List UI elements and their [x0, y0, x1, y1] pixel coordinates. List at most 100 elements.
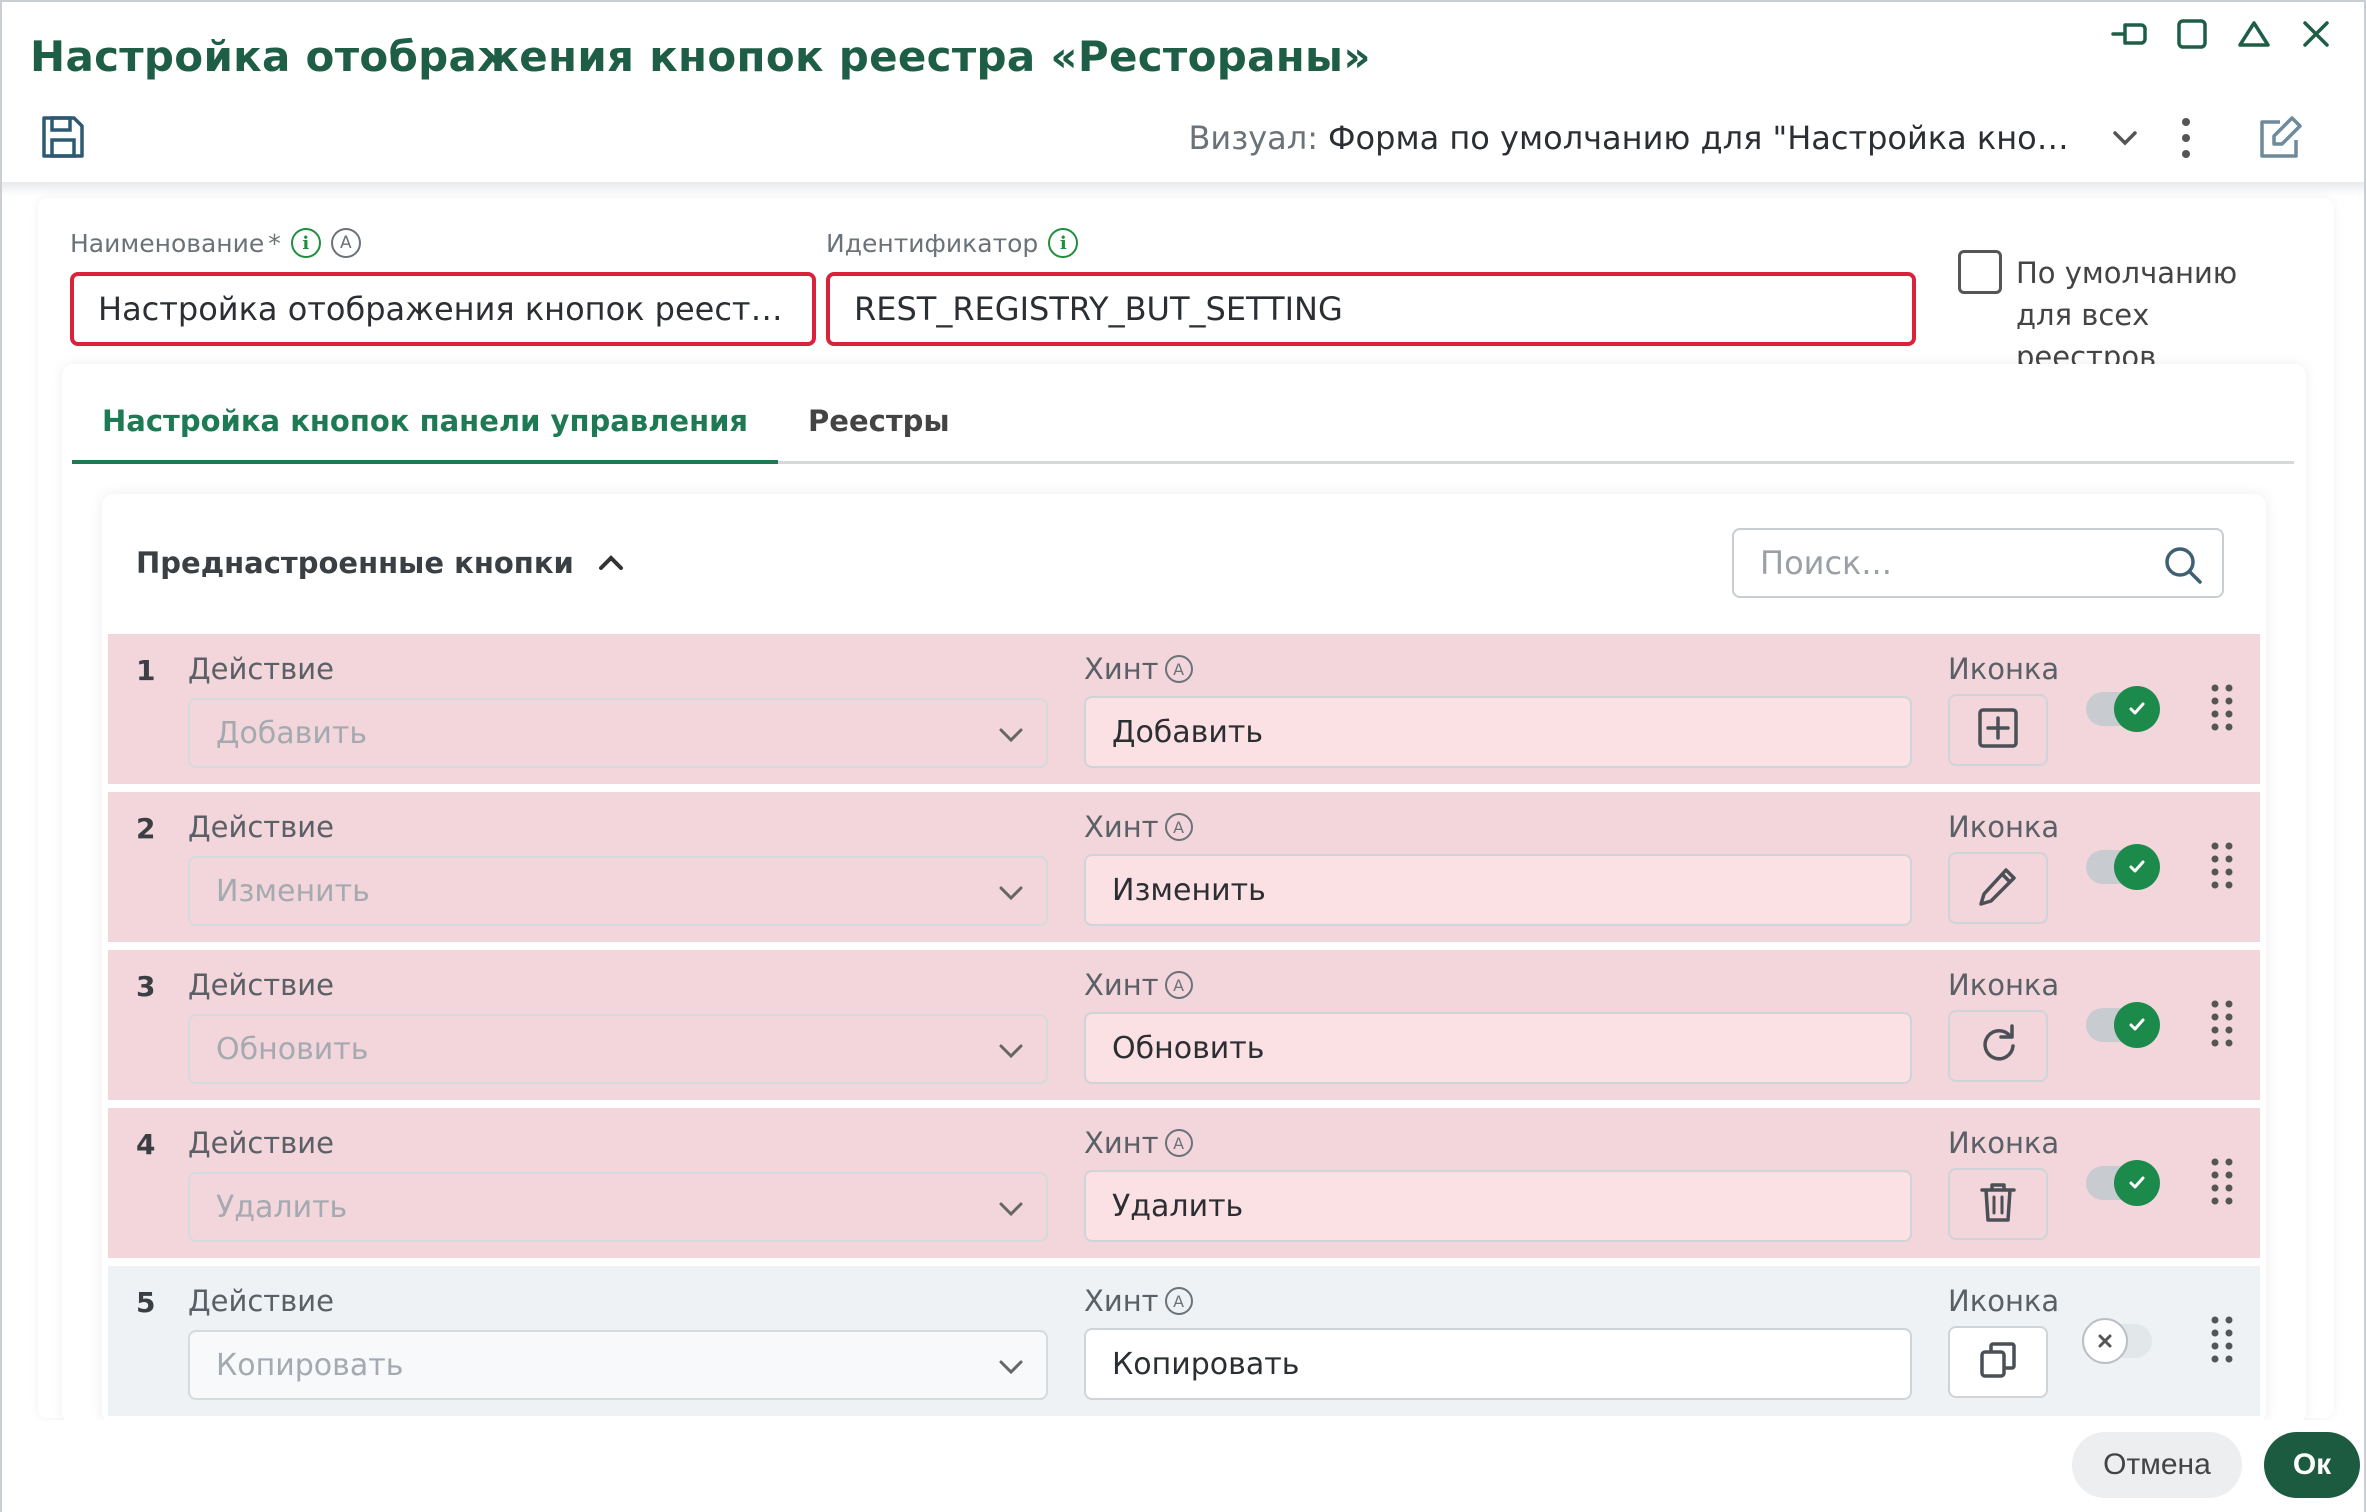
- pin-icon[interactable]: [2110, 14, 2150, 54]
- icon-picker-button[interactable]: [1948, 1010, 2048, 1082]
- action-select[interactable]: Изменить: [188, 856, 1048, 926]
- tab-registries[interactable]: Реестры: [778, 400, 980, 464]
- required-mark: *: [268, 228, 281, 258]
- visual-selector[interactable]: Визуал: Форма по умолчанию для "Настройк…: [1188, 110, 2304, 166]
- search-input[interactable]: Поиск...: [1732, 528, 2224, 598]
- dialog-window: Настройка отображения кнопок реестра «Ре…: [0, 0, 2366, 1512]
- preset-buttons-list: 1 Действие Добавить Хинт A Добавить Иконк…: [108, 634, 2260, 1424]
- hint-label-text: Хинт: [1084, 1284, 1159, 1318]
- action-value: Обновить: [216, 1031, 369, 1067]
- action-select[interactable]: Добавить: [188, 698, 1048, 768]
- enabled-toggle[interactable]: [2086, 1002, 2160, 1048]
- default-for-all-checkbox[interactable]: [1958, 250, 2002, 294]
- translation-icon[interactable]: A: [1164, 1287, 1193, 1315]
- hint-label: Хинт A: [1084, 810, 1193, 844]
- action-label: Действие: [188, 810, 334, 844]
- hint-label: Хинт A: [1084, 968, 1193, 1002]
- tabs-panel: Настройка кнопок панели управления Реест…: [62, 364, 2306, 1424]
- list-item: 4 Действие Удалить Хинт A Удалить Иконка: [108, 1108, 2260, 1258]
- id-label-text: Идентификатор: [826, 228, 1039, 258]
- list-item: 5 Действие Копировать Хинт A Копировать И…: [108, 1266, 2260, 1416]
- default-for-all-label: По умолчанию для всех реестров: [2016, 256, 2238, 374]
- chevron-down-icon[interactable]: [996, 878, 1026, 908]
- section-header[interactable]: Преднастроенные кнопки: [136, 546, 628, 580]
- chevron-down-icon[interactable]: [2110, 123, 2140, 153]
- enabled-toggle[interactable]: [2086, 844, 2160, 890]
- icon-picker-button[interactable]: [1948, 694, 2048, 766]
- enabled-toggle[interactable]: [2086, 1160, 2160, 1206]
- hint-label: Хинт A: [1084, 1126, 1193, 1160]
- enabled-toggle[interactable]: [2086, 686, 2160, 732]
- enabled-toggle[interactable]: [2082, 1318, 2158, 1364]
- chevron-up-icon[interactable]: [594, 546, 628, 580]
- drag-handle-icon[interactable]: [2208, 1314, 2236, 1366]
- icon-picker-button[interactable]: [1948, 1326, 2048, 1398]
- identifier-input-value: REST_REGISTRY_BUT_SETTING: [854, 290, 1343, 328]
- chevron-down-icon[interactable]: [996, 720, 1026, 750]
- translation-icon[interactable]: A: [1164, 1129, 1193, 1157]
- maximize-icon[interactable]: [2172, 14, 2212, 54]
- refresh-icon: [1976, 1022, 2020, 1070]
- action-select[interactable]: Копировать: [188, 1330, 1048, 1400]
- icon-label: Иконка: [1948, 810, 2060, 844]
- row-number: 1: [136, 654, 156, 687]
- check-icon: [2114, 1160, 2160, 1206]
- translation-icon[interactable]: A: [330, 228, 361, 258]
- translation-icon[interactable]: A: [1164, 655, 1193, 683]
- row-number: 5: [136, 1286, 156, 1319]
- list-item: 2 Действие Изменить Хинт A Изменить Иконк…: [108, 792, 2260, 942]
- action-value: Удалить: [216, 1189, 348, 1225]
- action-select[interactable]: Обновить: [188, 1014, 1048, 1084]
- row-number: 4: [136, 1128, 156, 1161]
- action-label: Действие: [188, 1126, 334, 1160]
- ok-button[interactable]: Ок: [2264, 1432, 2360, 1498]
- identifier-input[interactable]: REST_REGISTRY_BUT_SETTING: [826, 272, 1916, 346]
- action-label: Действие: [188, 1284, 334, 1318]
- drag-handle-icon[interactable]: [2208, 840, 2236, 892]
- icon-label: Иконка: [1948, 652, 2060, 686]
- hint-input[interactable]: Изменить: [1084, 854, 1912, 926]
- name-field-label: Наименование * i A: [70, 228, 361, 258]
- edit-form-icon[interactable]: [2256, 114, 2304, 162]
- hint-input[interactable]: Обновить: [1084, 1012, 1912, 1084]
- hint-input[interactable]: Добавить: [1084, 696, 1912, 768]
- hint-input[interactable]: Удалить: [1084, 1170, 1912, 1242]
- close-icon[interactable]: [2296, 14, 2336, 54]
- translation-icon[interactable]: A: [1164, 971, 1193, 999]
- search-placeholder: Поиск...: [1760, 544, 1892, 582]
- cancel-button[interactable]: Отмена: [2072, 1432, 2242, 1498]
- drag-handle-icon[interactable]: [2208, 682, 2236, 734]
- search-icon[interactable]: [2162, 544, 2204, 586]
- x-icon: [2082, 1318, 2128, 1364]
- name-input-value: Настройка отображения кнопок реестра...: [98, 290, 788, 328]
- icon-picker-button[interactable]: [1948, 1168, 2048, 1240]
- action-select[interactable]: Удалить: [188, 1172, 1048, 1242]
- chevron-down-icon[interactable]: [996, 1194, 1026, 1224]
- info-icon[interactable]: i: [290, 228, 321, 258]
- action-value: Изменить: [216, 873, 370, 909]
- window-controls: [2110, 14, 2336, 54]
- chevron-down-icon[interactable]: [996, 1352, 1026, 1382]
- hint-label: Хинт A: [1084, 1284, 1193, 1318]
- hint-label-text: Хинт: [1084, 968, 1159, 1002]
- tab-button-settings[interactable]: Настройка кнопок панели управления: [72, 400, 779, 464]
- drag-handle-icon[interactable]: [2208, 998, 2236, 1050]
- hint-input[interactable]: Копировать: [1084, 1328, 1912, 1400]
- drag-handle-icon[interactable]: [2208, 1156, 2236, 1208]
- more-options-icon[interactable]: [2176, 116, 2196, 160]
- action-value: Добавить: [216, 715, 368, 751]
- save-icon[interactable]: [38, 112, 88, 162]
- row-number: 2: [136, 812, 156, 845]
- copy-icon: [1976, 1338, 2020, 1386]
- trash-icon: [1976, 1180, 2020, 1228]
- visual-value[interactable]: Форма по умолчанию для "Настройка кнопок…: [1328, 119, 2088, 157]
- icon-picker-button[interactable]: [1948, 852, 2048, 924]
- translation-icon[interactable]: A: [1164, 813, 1193, 841]
- chevron-down-icon[interactable]: [996, 1036, 1026, 1066]
- pencil-icon: [1976, 864, 2020, 912]
- name-input[interactable]: Настройка отображения кнопок реестра...: [70, 272, 816, 346]
- info-icon[interactable]: i: [1048, 228, 1079, 258]
- collapse-icon[interactable]: [2234, 14, 2274, 54]
- icon-label: Иконка: [1948, 968, 2060, 1002]
- section-title: Преднастроенные кнопки: [136, 546, 574, 580]
